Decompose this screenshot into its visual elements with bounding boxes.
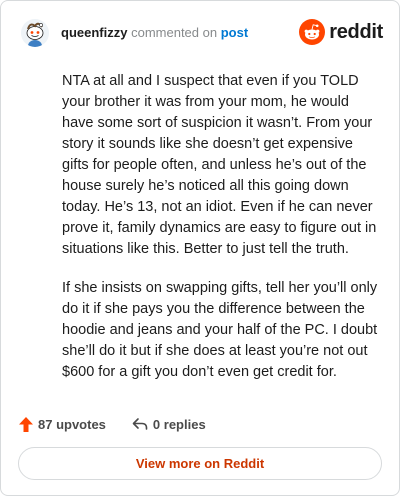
- upvote-button[interactable]: 87 upvotes: [19, 416, 106, 432]
- comment-header: queenfizzy commented on post reddit: [21, 19, 383, 51]
- comment-paragraph: NTA at all and I suspect that even if yo…: [62, 73, 377, 257]
- username[interactable]: queenfizzy: [61, 25, 127, 40]
- post-link[interactable]: post: [221, 25, 248, 40]
- comment-paragraph: If she insists on swapping gifts, tell h…: [62, 280, 378, 380]
- view-more-button[interactable]: View more on Reddit: [18, 447, 382, 480]
- snoo-avatar-icon: [21, 19, 49, 47]
- reddit-wordmark: reddit: [329, 20, 383, 43]
- user-avatar[interactable]: [21, 19, 49, 47]
- reply-count: 0 replies: [152, 416, 206, 432]
- reddit-snoo-icon: [299, 19, 326, 45]
- upvote-arrow-icon: [19, 416, 33, 432]
- comment-meta: queenfizzy commented on post: [61, 25, 248, 40]
- replies-button[interactable]: 0 replies: [132, 417, 206, 432]
- reddit-logo[interactable]: reddit: [299, 19, 383, 45]
- comment-actions: 87 upvotes 0 replies: [19, 414, 206, 434]
- commented-on-text: commented on: [131, 25, 218, 40]
- comment-embed-card: queenfizzy commented on post reddit NTA …: [0, 0, 400, 496]
- upvote-count: 87 upvotes: [38, 416, 106, 432]
- comment-body: NTA at all and I suspect that even if yo…: [62, 71, 382, 401]
- reply-arrow-icon: [132, 418, 148, 430]
